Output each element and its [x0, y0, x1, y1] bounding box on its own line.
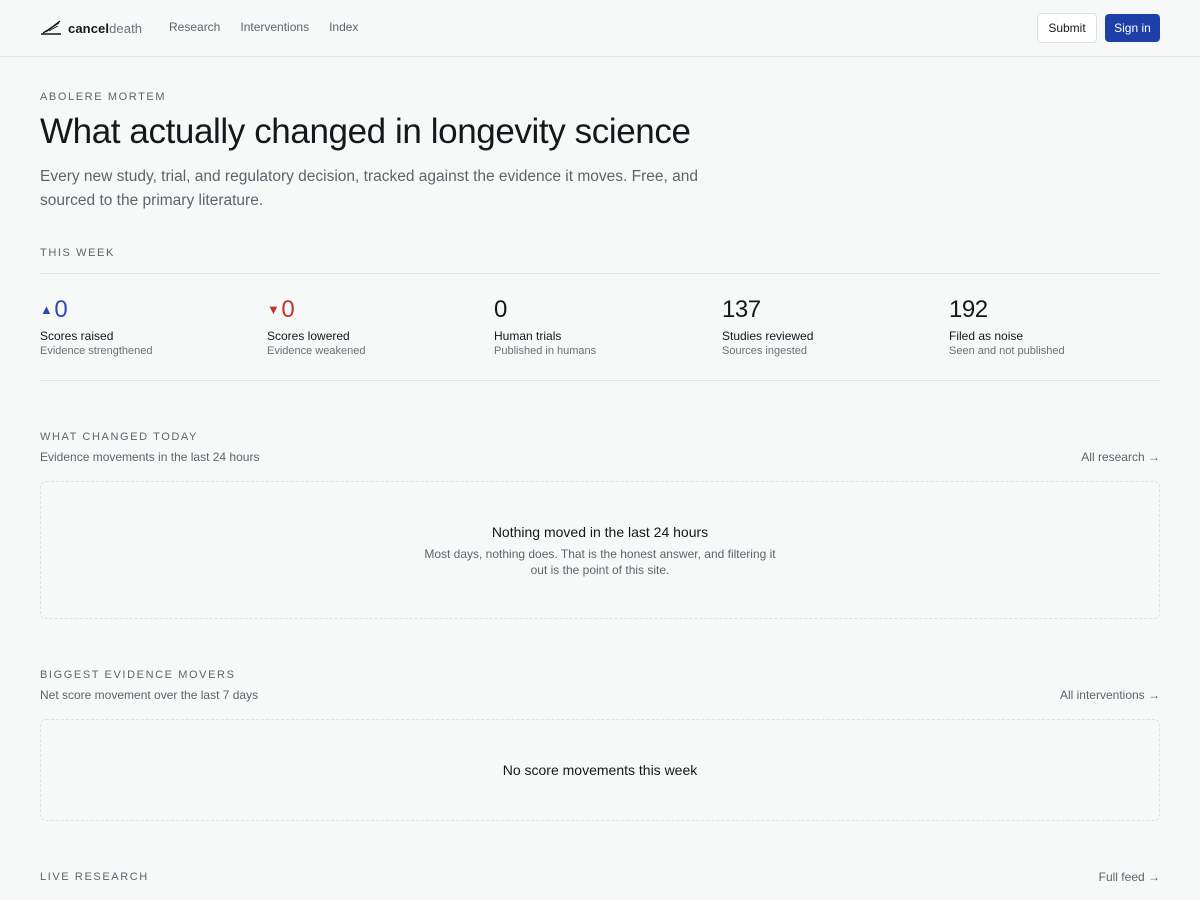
main-nav: Research Interventions Index [169, 20, 358, 34]
divider [40, 273, 1160, 274]
logo-text-light: death [109, 20, 143, 36]
all-interventions-link[interactable]: All interventions → [1060, 688, 1160, 702]
changed-today-empty-state: Nothing moved in the last 24 hours Most … [40, 481, 1160, 619]
hero-subtitle: Every new study, trial, and regulatory d… [40, 168, 698, 209]
stat-scores-raised: ▲ 0 Scores raised Evidence strengthened [40, 295, 260, 357]
stat-human-trials: 0 Human trials Published in humans [494, 295, 714, 357]
stat-label: Filed as noise [949, 329, 1024, 343]
stat-description: Evidence weakened [267, 345, 366, 357]
stat-description: Evidence strengthened [40, 345, 153, 357]
logo-text: canceldeath [68, 21, 142, 36]
nav-link-index[interactable]: Index [329, 20, 358, 34]
live-research-label: LIVE RESEARCH [40, 871, 149, 883]
stat-value: 137 [722, 296, 761, 323]
empty-state-description: Most days, nothing does. That is the hon… [424, 547, 776, 577]
stat-description: Seen and not published [949, 345, 1065, 357]
stat-studies-reviewed: 137 Studies reviewed Sources ingested [722, 295, 942, 357]
stat-value: 0 [494, 296, 507, 323]
top-navigation-bar: canceldeath Research Interventions Index… [0, 0, 1200, 57]
stat-label: Scores raised [40, 329, 114, 343]
empty-state-title: No score movements this week [502, 762, 698, 778]
all-research-link[interactable]: All research → [1081, 450, 1160, 464]
logo[interactable]: canceldeath [40, 18, 142, 38]
full-feed-link[interactable]: Full feed → [1099, 870, 1160, 884]
stat-label: Studies reviewed [722, 329, 814, 343]
page-title: What actually changed in longevity scien… [40, 112, 691, 151]
changed-today-label: WHAT CHANGED TODAY [40, 431, 198, 443]
stat-description: Sources ingested [722, 345, 807, 357]
divider [40, 380, 1160, 381]
stat-value: ▼ 0 [267, 295, 487, 325]
stat-filed-as-noise: 192 Filed as noise Seen and not publishe… [949, 295, 1169, 357]
sign-in-button[interactable]: Sign in [1105, 14, 1160, 42]
changed-today-subtitle: Evidence movements in the last 24 hours [40, 450, 260, 464]
triangle-down-icon: ▼ [267, 302, 280, 317]
stat-label: Scores lowered [267, 329, 350, 343]
triangle-up-icon: ▲ [40, 302, 53, 317]
empty-state-title: Nothing moved in the last 24 hours [491, 524, 709, 540]
stat-label: Human trials [494, 329, 562, 343]
feather-logo-icon [41, 20, 61, 35]
movers-label: BIGGEST EVIDENCE MOVERS [40, 669, 236, 681]
stat-scores-lowered: ▼ 0 Scores lowered Evidence weakened [267, 295, 487, 357]
stat-number: 0 [54, 296, 68, 323]
movers-subtitle: Net score movement over the last 7 days [40, 688, 259, 702]
stat-value: 192 [949, 296, 988, 323]
nav-link-research[interactable]: Research [169, 20, 220, 34]
submit-button[interactable]: Submit [1037, 13, 1097, 43]
stat-number: 0 [281, 296, 295, 323]
stat-value: ▲ 0 [40, 295, 260, 325]
stat-description: Published in humans [494, 345, 597, 357]
nav-link-interventions[interactable]: Interventions [240, 20, 309, 34]
this-week-label: THIS WEEK [40, 247, 115, 259]
logo-text-strong: cancel [68, 20, 110, 36]
movers-empty-state: No score movements this week [40, 719, 1160, 821]
hero-eyebrow: ABOLERE MORTEM [40, 91, 167, 103]
